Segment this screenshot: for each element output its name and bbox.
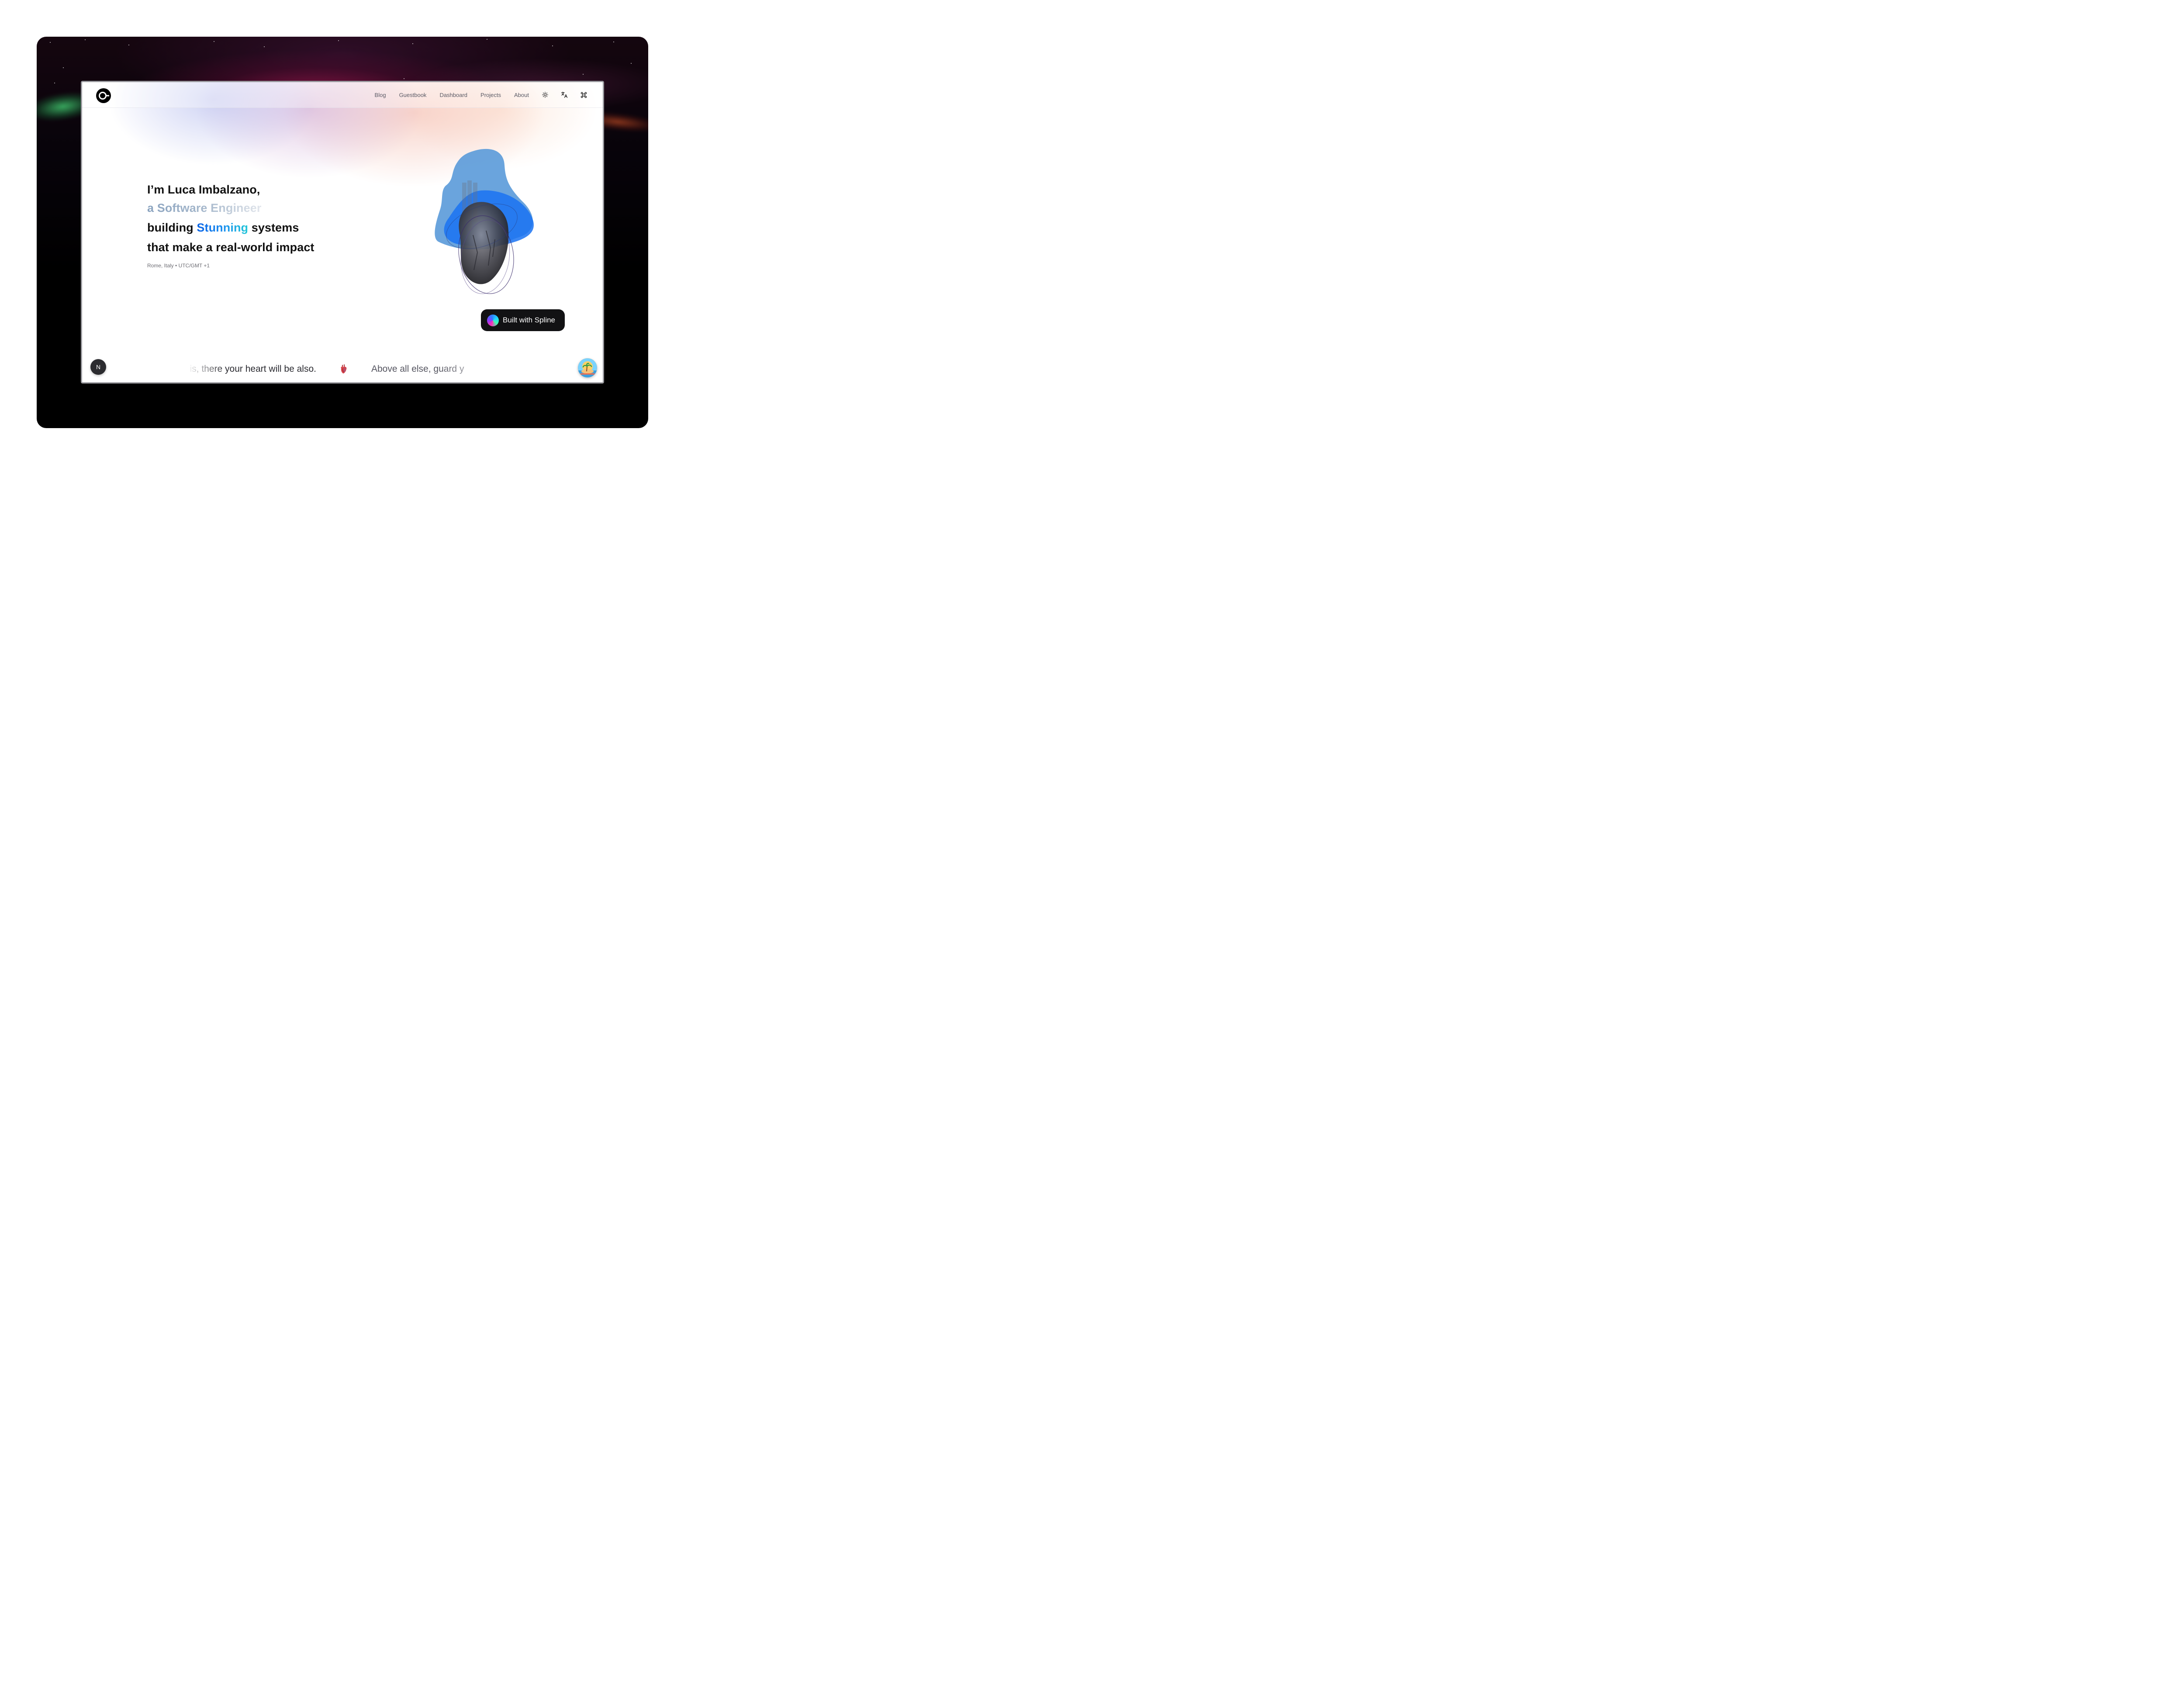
star [85,39,86,40]
nextjs-badge[interactable]: N [90,359,106,375]
hero-highlight-word: Stunning [197,221,249,234]
spline-badge-label: Built with Spline [503,316,556,324]
marquee-quote: Above all else, guard y [371,364,464,374]
hero-impact-line: that make a real-world impact [147,241,314,254]
island-avatar-icon [578,358,597,377]
star [583,74,584,75]
site-window: Blog Guestbook Dashboard Projects About [81,81,604,384]
built-with-spline-badge[interactable]: Built with Spline [481,309,565,331]
command-icon[interactable] [580,91,587,98]
hero-name-line: I’m Luca Imbalzano, [147,183,260,196]
star [631,63,632,64]
circle-logo-icon[interactable] [96,88,111,104]
anatomical-heart-icon [340,364,348,374]
star [552,45,553,46]
nav-link-dashboard[interactable]: Dashboard [439,92,467,98]
nextjs-logo-icon: N [96,363,101,370]
hero-building-prefix: building [147,221,197,234]
nav-link-blog[interactable]: Blog [375,92,386,98]
top-navigation: Blog Guestbook Dashboard Projects About [82,82,603,108]
star [50,42,51,43]
star [264,46,265,47]
nav-link-projects[interactable]: Projects [480,92,501,98]
avatar[interactable] [578,358,597,377]
sun-icon[interactable] [542,91,549,98]
spline-logo-icon [487,314,499,326]
hero-heading: I’m Luca Imbalzano, a Software Engineer … [147,181,314,257]
spline-heart-illustration[interactable] [434,148,539,301]
location-text: Rome, Italy • UTC/GMT +1 [147,263,210,269]
star [338,40,339,41]
translate-icon[interactable] [561,91,568,98]
marquee-track: re is, there your heart will be also. Ab… [187,364,464,374]
nav-link-guestbook[interactable]: Guestbook [399,92,427,98]
nav-link-about[interactable]: About [514,92,529,98]
hero-building-line: building Stunning systems [147,218,314,238]
quote-marquee: re is, there your heart will be also. Ab… [187,362,501,377]
nav-links: Blog Guestbook Dashboard Projects About [362,82,587,107]
star [63,67,64,68]
star [412,43,413,44]
marquee-quote: re is, there your heart will be also. [187,364,316,374]
hero-role-line: a Software Engineer [147,199,261,217]
hero-building-suffix: systems [248,221,299,234]
